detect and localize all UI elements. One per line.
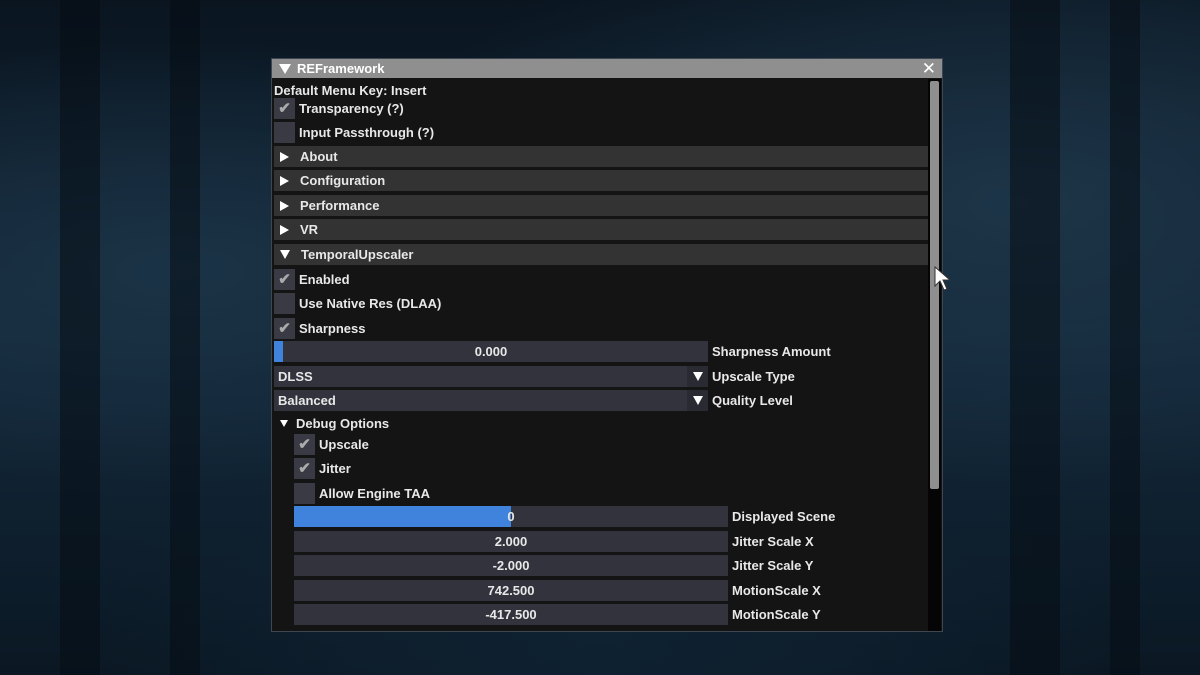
combo-value: DLSS [278,369,313,384]
background-tree [1010,0,1060,675]
menu-key-label: Default Menu Key: Insert [274,82,427,98]
enabled-checkbox[interactable]: ✔ Enabled [274,268,350,290]
jitter-checkbox[interactable]: ✔ Jitter [294,457,351,479]
field-value: -2.000 [492,558,530,573]
expand-arrow-icon [280,200,289,211]
checkbox-label: Input Passthrough (?) [299,124,435,140]
expand-arrow-icon [280,151,289,162]
combo-button[interactable] [687,366,708,387]
checkbox-box[interactable] [274,121,295,143]
checkbox-label: Jitter [319,460,351,476]
checkbox-label: Allow Engine TAA [319,485,430,501]
upscale-type-combo[interactable]: DLSS [274,366,708,387]
upscale-checkbox[interactable]: ✔ Upscale [294,433,369,455]
expand-arrow-icon [280,175,289,186]
window-title: REFramework [297,61,385,76]
vertical-scrollbar[interactable] [928,79,941,631]
check-icon[interactable]: ✔ [274,268,295,290]
section-label: VR [300,222,319,237]
allow-engine-taa-checkbox[interactable]: Allow Engine TAA [294,482,430,504]
section-about[interactable]: About [274,146,928,167]
background-tree [1110,0,1140,675]
tree-node-label: Debug Options [296,415,390,431]
quality-level-combo[interactable]: Balanced [274,390,708,411]
displayed-scene-label: Displayed Scene [732,509,836,524]
background-tree [170,0,200,675]
section-performance[interactable]: Performance [274,195,928,216]
section-label: TemporalUpscaler [301,247,414,262]
jitter-scale-y-label: Jitter Scale Y [732,558,814,573]
combo-button[interactable] [687,390,708,411]
motion-scale-x-label: MotionScale X [732,583,821,598]
check-icon[interactable]: ✔ [294,433,315,455]
section-vr[interactable]: VR [274,219,928,240]
checkbox-box[interactable] [274,292,295,314]
window-content: Default Menu Key: Insert ✔ Transparency … [274,79,928,629]
reframework-window: REFramework ✕ Default Menu Key: Insert ✔… [271,58,943,632]
checkbox-label: Enabled [299,271,350,287]
checkbox-label: Upscale [319,436,369,452]
field-value: 2.000 [494,534,528,549]
checkbox-label: Transparency (?) [299,100,404,116]
check-icon[interactable]: ✔ [274,317,295,339]
background-tree [60,0,100,675]
dropdown-arrow-icon [692,396,703,405]
motion-scale-y-input[interactable]: -417.500 [294,604,728,625]
sharpness-amount-slider[interactable]: 0.000 [274,341,708,362]
dropdown-arrow-icon [692,372,703,381]
combo-value: Balanced [278,393,336,408]
section-configuration[interactable]: Configuration [274,170,928,191]
section-label: About [300,149,338,164]
collapse-window-icon[interactable] [279,63,291,74]
slider-value: 0 [507,509,515,524]
quality-level-label: Quality Level [712,393,793,408]
mouse-cursor-icon [934,266,952,291]
collapse-arrow-icon [280,250,290,259]
collapse-arrow-icon [280,419,288,427]
native-res-checkbox[interactable]: Use Native Res (DLAA) [274,292,441,314]
debug-options-node[interactable]: Debug Options [280,412,389,434]
motion-scale-x-input[interactable]: 742.500 [294,580,728,601]
expand-arrow-icon [280,224,289,235]
slider-value: 0.000 [474,344,508,359]
check-icon[interactable]: ✔ [294,457,315,479]
close-icon[interactable]: ✕ [922,60,936,77]
displayed-scene-slider[interactable]: 0 [294,506,728,527]
jitter-scale-x-label: Jitter Scale X [732,534,814,549]
checkbox-label: Sharpness [299,320,366,336]
field-value: 742.500 [487,583,535,598]
sharpness-amount-label: Sharpness Amount [712,344,831,359]
field-value: -417.500 [485,607,537,622]
input-passthrough-checkbox[interactable]: Input Passthrough (?) [274,121,434,143]
sharpness-checkbox[interactable]: ✔ Sharpness [274,317,365,339]
jitter-scale-y-input[interactable]: -2.000 [294,555,728,576]
transparency-checkbox[interactable]: ✔ Transparency (?) [274,97,404,119]
check-icon[interactable]: ✔ [274,97,295,119]
jitter-scale-x-input[interactable]: 2.000 [294,531,728,552]
upscale-type-label: Upscale Type [712,369,795,384]
section-temporalupscaler[interactable]: TemporalUpscaler [274,244,928,265]
motion-scale-y-label: MotionScale Y [732,607,821,622]
checkbox-label: Use Native Res (DLAA) [299,295,442,311]
title-bar[interactable]: REFramework ✕ [272,59,942,78]
checkbox-box[interactable] [294,482,315,504]
section-label: Performance [300,198,380,213]
section-label: Configuration [300,173,386,188]
